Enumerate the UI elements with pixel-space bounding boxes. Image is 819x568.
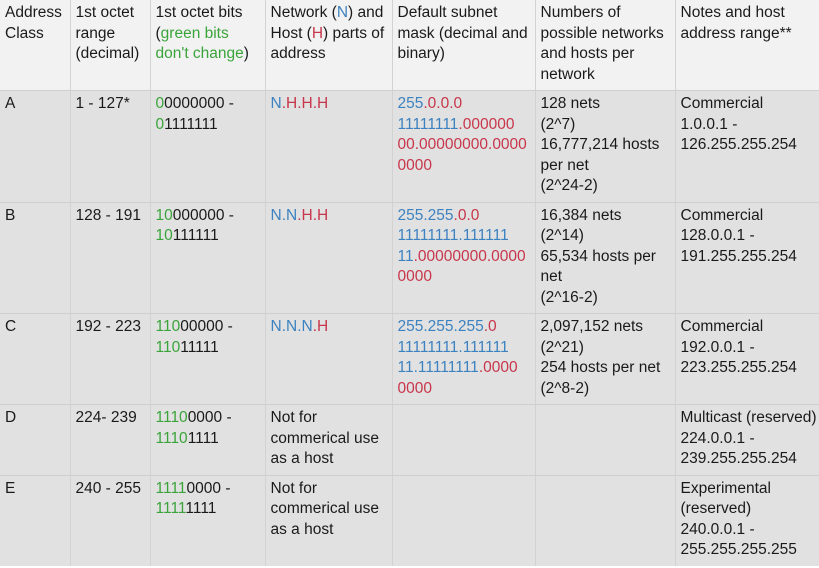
header-notes: Notes and host address range** — [674, 0, 819, 91]
networks-hosts: 16,384 nets (2^14) 65,534 hosts per net … — [534, 202, 675, 314]
octet-bits: 00000000 - 01111111 — [149, 90, 265, 203]
octet-bits: 11110000 - 11111111 — [149, 475, 265, 568]
networks-hosts: 2,097,152 nets (2^21) 254 hosts per net … — [534, 313, 675, 405]
octet-range: 128 - 191 — [69, 202, 150, 314]
address-class: A — [0, 90, 70, 203]
notes: Commercial 128.0.0.1 - 191.255.255.254 — [674, 202, 819, 314]
subnet-mask: 255.0.0.0 11111111.000000 00.00000000.00… — [391, 90, 535, 203]
network-host-parts: N.H.H.H — [264, 90, 392, 203]
header-address-class: Address Class — [0, 0, 70, 91]
table-row-class-e: E 240 - 255 11110000 - 11111111 Not for … — [0, 475, 819, 568]
subnet-mask — [391, 475, 535, 568]
header-networks-hosts: Numbers of possible networks and hosts p… — [534, 0, 675, 91]
header-octet-range: 1st octet range (decimal) — [69, 0, 150, 91]
octet-range: 224- 239 — [69, 404, 150, 476]
network-host-parts: N.N.H.H — [264, 202, 392, 314]
network-host-parts: Not for commerical use as a host — [264, 404, 392, 476]
octet-range: 1 - 127* — [69, 90, 150, 203]
octet-range: 192 - 223 — [69, 313, 150, 405]
header-row: Address Class 1st octet range (decimal) … — [0, 0, 819, 91]
address-class: B — [0, 202, 70, 314]
header-network-host-parts: Network (N) and Host (H) parts of addres… — [264, 0, 392, 91]
networks-hosts — [534, 404, 675, 476]
notes: Commercial 192.0.0.1 - 223.255.255.254 — [674, 313, 819, 405]
notes: Experimental (reserved) 240.0.0.1 - 255.… — [674, 475, 819, 568]
networks-hosts: 128 nets (2^7) 16,777,214 hosts per net … — [534, 90, 675, 203]
table-row-class-b: B 128 - 191 10000000 - 10111111 N.N.H.H … — [0, 202, 819, 314]
table-row-class-a: A 1 - 127* 00000000 - 01111111 N.H.H.H 2… — [0, 90, 819, 203]
header-octet-bits: 1st octet bits (green bits don't change) — [149, 0, 265, 91]
subnet-mask — [391, 404, 535, 476]
notes: Commercial 1.0.0.1 - 126.255.255.254 — [674, 90, 819, 203]
network-host-parts: N.N.N.H — [264, 313, 392, 405]
octet-bits: 11000000 - 11011111 — [149, 313, 265, 405]
ip-address-class-table: Address Class 1st octet range (decimal) … — [0, 0, 819, 568]
network-host-parts: Not for commerical use as a host — [264, 475, 392, 568]
subnet-mask: 255.255.255.0 11111111.111111 11.1111111… — [391, 313, 535, 405]
octet-bits: 10000000 - 10111111 — [149, 202, 265, 314]
networks-hosts — [534, 475, 675, 568]
address-class: E — [0, 475, 70, 568]
octet-range: 240 - 255 — [69, 475, 150, 568]
address-class: C — [0, 313, 70, 405]
notes: Multicast (reserved) 224.0.0.1 - 239.255… — [674, 404, 819, 476]
subnet-mask: 255.255.0.0 11111111.111111 11.00000000.… — [391, 202, 535, 314]
table-row-class-c: C 192 - 223 11000000 - 11011111 N.N.N.H … — [0, 313, 819, 405]
address-class: D — [0, 404, 70, 476]
table-row-class-d: D 224- 239 11100000 - 11101111 Not for c… — [0, 404, 819, 476]
header-subnet-mask: Default subnet mask (decimal and binary) — [391, 0, 535, 91]
octet-bits: 11100000 - 11101111 — [149, 404, 265, 476]
